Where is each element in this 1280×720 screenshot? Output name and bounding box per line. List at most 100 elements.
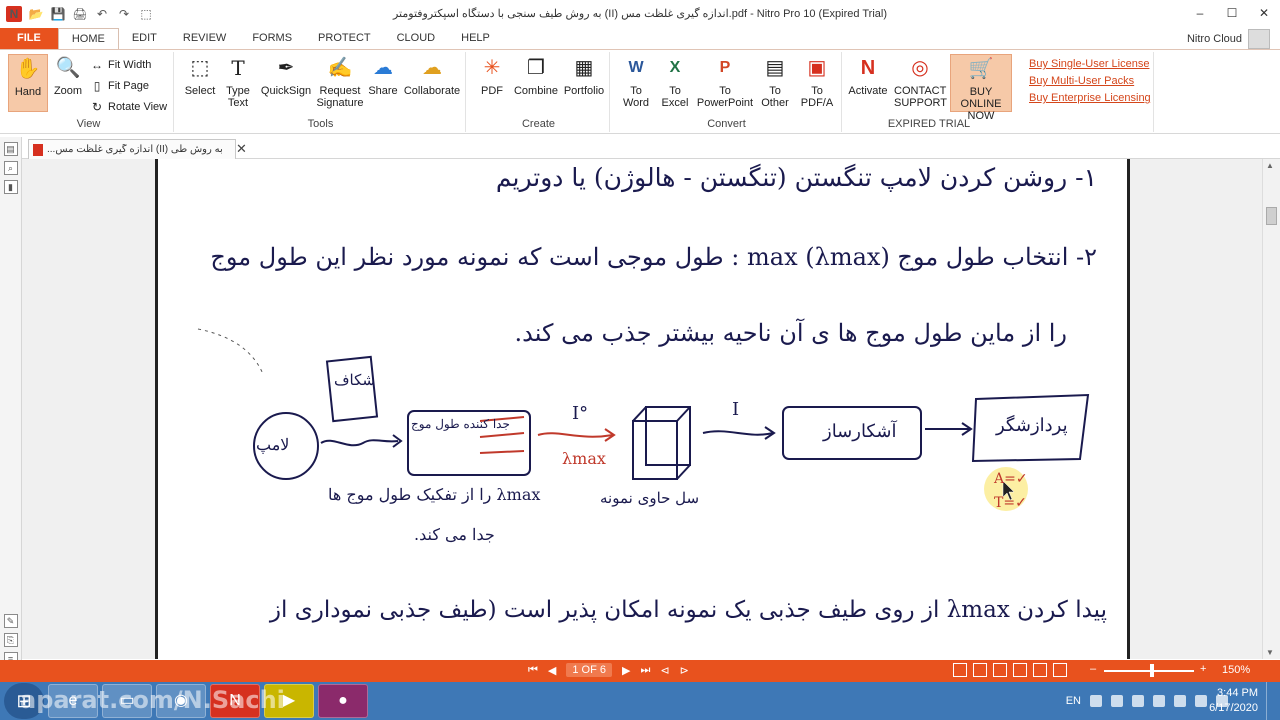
combine-button[interactable]: ❐ Combine — [512, 54, 560, 97]
taskbar-firefox-icon[interactable]: ◉ — [156, 684, 206, 718]
tab-cloud[interactable]: CLOUD — [384, 28, 449, 49]
close-tab-icon[interactable]: ✕ — [236, 141, 247, 157]
avatar[interactable] — [1248, 28, 1270, 49]
tab-help[interactable]: HELP — [448, 28, 503, 49]
request-signature-button[interactable]: ✍ Request Signature — [316, 54, 364, 109]
scroll-thumb[interactable] — [1266, 207, 1277, 225]
scroll-down-icon[interactable]: ▼ — [1266, 648, 1274, 657]
maximize-button[interactable]: ☐ — [1216, 0, 1248, 26]
system-clock[interactable]: 3:44 PM 6/17/2020 — [1209, 686, 1258, 716]
tray-app-icon-5[interactable] — [1174, 695, 1186, 707]
create-group-label: Create — [521, 118, 556, 130]
pdf-button[interactable]: ✳ PDF — [474, 54, 510, 97]
tab-protect[interactable]: PROTECT — [305, 28, 384, 49]
rotate-view-button[interactable]: ↻ Rotate View — [90, 100, 167, 114]
language-indicator[interactable]: EN — [1066, 695, 1081, 707]
undo-icon[interactable]: ↶ — [94, 6, 110, 22]
fit-page-button[interactable]: ▯ Fit Page — [90, 79, 149, 93]
bookmarks-panel-icon[interactable]: ▮ — [3, 180, 18, 194]
zoom-slider-thumb[interactable] — [1150, 664, 1154, 677]
type-text-button[interactable]: T Type Text — [222, 54, 254, 109]
tab-file[interactable]: FILE — [0, 28, 58, 49]
tray-network-icon[interactable] — [1195, 695, 1207, 707]
zoom-out-button[interactable]: – — [1090, 663, 1096, 675]
first-page-icon[interactable]: ⏮ — [528, 664, 538, 677]
split-view-icon[interactable] — [1053, 663, 1067, 677]
taskbar-ie-icon[interactable]: e — [48, 684, 98, 718]
attachments-panel-icon[interactable]: ⎘ — [3, 633, 18, 647]
scroll-up-icon[interactable]: ▲ — [1266, 161, 1274, 170]
buy-online-button[interactable]: 🛒 BUY ONLINE NOW — [950, 54, 1012, 122]
page-indicator[interactable]: 1 OF 6 — [566, 663, 612, 677]
print-icon[interactable]: 🖨 — [72, 6, 88, 22]
document-tab[interactable]: به روش طی (II) اندازه گیری غلظت مس... — [28, 139, 236, 159]
open-icon[interactable]: 📂 — [28, 6, 44, 22]
search-panel-icon[interactable]: ⌕ — [3, 161, 18, 175]
prev-page-icon[interactable]: ◀ — [548, 664, 556, 677]
to-word-button[interactable]: W To Word — [618, 54, 654, 109]
buy-single-user-link[interactable]: Buy Single-User License — [1029, 58, 1151, 70]
to-powerpoint-button[interactable]: P To PowerPoint — [696, 54, 754, 109]
nitro-cloud-account[interactable]: Nitro Cloud — [1187, 28, 1280, 49]
customize-qat-icon[interactable]: ⬚ — [138, 6, 154, 22]
start-button[interactable]: ⊞ — [4, 683, 44, 719]
to-pdfa-button[interactable]: ▣ To PDF/A — [796, 54, 838, 109]
tray-app-icon-2[interactable] — [1111, 695, 1123, 707]
taskbar-media-icon[interactable]: ▶ — [264, 684, 314, 718]
zoom-in-button[interactable]: + — [1200, 663, 1206, 675]
vertical-scrollbar[interactable]: ▲ ▼ — [1262, 159, 1280, 659]
document-viewport[interactable]: ۱- روشن کردن لامپ تنگستن (تنگستن - هالوژ… — [22, 159, 1262, 659]
tab-forms[interactable]: FORMS — [239, 28, 305, 49]
last-page-icon[interactable]: ⏭ — [640, 664, 650, 677]
redo-icon[interactable]: ↷ — [116, 6, 132, 22]
zoom-slider-track[interactable] — [1104, 670, 1194, 672]
buy-multi-user-link[interactable]: Buy Multi-User Packs — [1029, 75, 1151, 87]
select-button[interactable]: ⬚ Select — [180, 54, 220, 97]
pdf-page[interactable]: ۱- روشن کردن لامپ تنگستن (تنگستن - هالوژ… — [155, 159, 1130, 659]
pages-panel-icon[interactable]: ▤ — [3, 142, 18, 156]
contact-support-button[interactable]: ◎ CONTACT SUPPORT — [894, 54, 947, 109]
view-group-label: View — [76, 118, 101, 130]
title-bar: N 📂 💾 🖨 ↶ ↷ ⬚ به روش طیف سنجی با دستگاه … — [0, 0, 1280, 28]
tab-edit[interactable]: EDIT — [119, 28, 170, 49]
next-page-icon[interactable]: ▶ — [622, 664, 630, 677]
taskbar-recorder-icon[interactable]: ● — [318, 684, 368, 718]
buy-enterprise-link[interactable]: Buy Enterprise Licensing — [1029, 92, 1151, 104]
facing-continuous-view-icon[interactable] — [1013, 663, 1027, 677]
clock-date: 6/17/2020 — [1209, 702, 1258, 714]
taskbar-explorer-icon[interactable]: ▭ — [102, 684, 152, 718]
portfolio-button[interactable]: ▦ Portfolio — [562, 54, 606, 97]
to-excel-button[interactable]: X To Excel — [656, 54, 694, 109]
tray-app-icon-1[interactable] — [1090, 695, 1102, 707]
show-desktop-button[interactable] — [1266, 682, 1280, 720]
taskbar-nitro-icon[interactable]: N — [210, 684, 260, 718]
document-tabs: به روش طی (II) اندازه گیری غلظت مس... ✕ — [22, 137, 1280, 159]
collaborate-button[interactable]: ☁ Collaborate — [402, 54, 462, 97]
tab-review[interactable]: REVIEW — [170, 28, 239, 49]
minimize-button[interactable]: – — [1184, 0, 1216, 26]
to-other-button[interactable]: ▤ To Other — [756, 54, 794, 109]
tray-app-icon-4[interactable] — [1153, 695, 1165, 707]
handwritten-line-bottom: پیدا کردن λmax از روی طیف جذبی یک نمونه … — [269, 597, 1107, 623]
fit-width-button[interactable]: ↔ Fit Width — [90, 58, 151, 72]
close-button[interactable]: ✕ — [1248, 0, 1280, 26]
single-page-view-icon[interactable] — [953, 663, 967, 677]
tray-app-icon-3[interactable] — [1132, 695, 1144, 707]
continuous-view-icon[interactable] — [973, 663, 987, 677]
zoom-button[interactable]: 🔍 Zoom — [50, 54, 86, 97]
cover-view-icon[interactable] — [1033, 663, 1047, 677]
quicksign-button[interactable]: ✒ QuickSign — [258, 54, 314, 97]
comments-panel-icon[interactable]: ✎ — [3, 614, 18, 628]
activate-button[interactable]: N Activate — [848, 54, 888, 97]
forward-view-icon[interactable]: ⊳ — [680, 664, 689, 677]
save-icon[interactable]: 💾 — [50, 6, 66, 22]
share-button[interactable]: ☁ Share — [366, 54, 400, 97]
facing-view-icon[interactable] — [993, 663, 1007, 677]
back-view-icon[interactable]: ⊲ — [660, 664, 669, 677]
tab-home[interactable]: HOME — [57, 28, 119, 49]
nitro-logo-icon[interactable]: N — [6, 6, 22, 22]
zoom-level: 150% — [1222, 664, 1251, 676]
hand-button[interactable]: ✋ Hand — [8, 54, 48, 112]
lamp-label: لامپ — [256, 435, 290, 454]
quick-access-toolbar: N 📂 💾 🖨 ↶ ↷ ⬚ — [0, 6, 154, 22]
